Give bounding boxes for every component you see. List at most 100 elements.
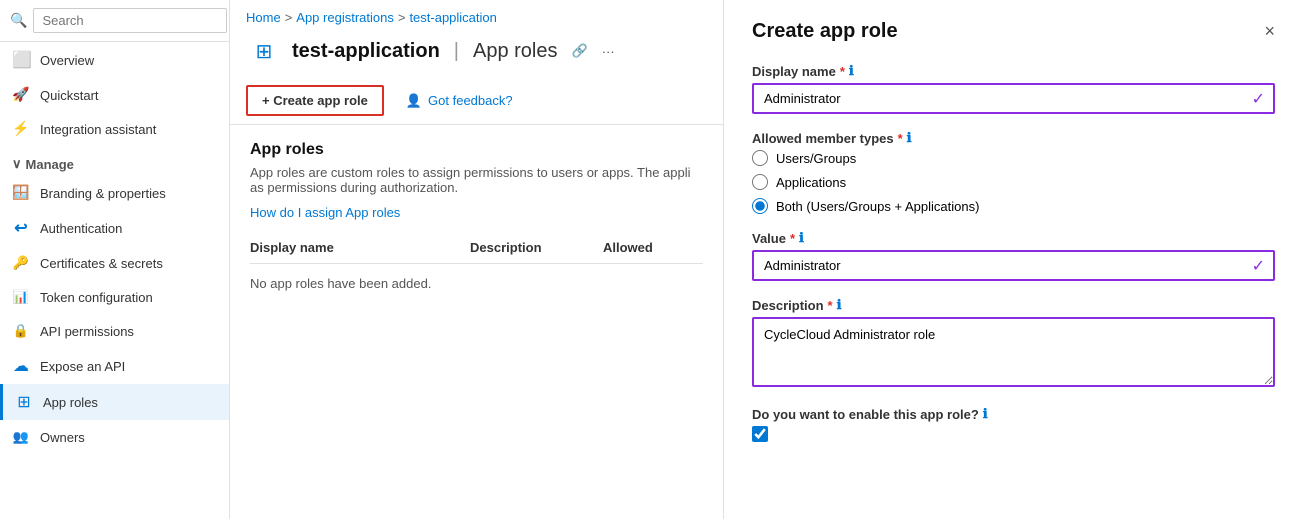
value-required: * [790,231,795,246]
table-header: Display name Description Allowed [250,232,703,264]
title-separator: | [454,40,459,63]
value-label: Value * ℹ [752,230,1275,246]
breadcrumb-home[interactable]: Home [246,10,281,25]
panel-close-button[interactable]: × [1264,21,1275,42]
breadcrumb-app-registrations[interactable]: App registrations [296,10,394,25]
breadcrumb-app-name[interactable]: test-application [409,10,496,25]
breadcrumb-sep2: > [398,10,406,25]
feedback-label: Got feedback? [428,93,513,108]
sidebar-item-app-roles[interactable]: App roles [0,384,229,420]
description-group: Description * ℹ CycleCloud Administrator… [752,297,1275,390]
display-name-required: * [840,64,845,79]
value-input[interactable] [752,250,1275,281]
feedback-button[interactable]: 👤 Got feedback? [392,87,527,115]
sidebar-item-label: Quickstart [40,88,99,103]
radio-applications-input[interactable] [752,174,768,190]
radio-both-input[interactable] [752,198,768,214]
sidebar-item-label: App roles [43,395,98,410]
allowed-member-types-group: Allowed member types * ℹ Users/Groups Ap… [752,130,1275,214]
sidebar-item-label: Overview [40,53,94,68]
sidebar: 🔍 ✕ « Overview Quickstart Integration as… [0,0,230,519]
manage-label: Manage [26,157,74,172]
owners-icon [12,428,30,446]
feedback-icon: 👤 [406,93,422,109]
enable-role-checkbox-group [752,426,1275,442]
col-description: Description [470,240,603,255]
more-options-icon[interactable]: ··· [602,44,615,59]
cert-icon [12,254,30,272]
sidebar-nav: Overview Quickstart Integration assistan… [0,42,229,519]
radio-applications[interactable]: Applications [752,174,1275,190]
radio-both-label: Both (Users/Groups + Applications) [776,199,979,214]
toolbar: + Create app role 👤 Got feedback? [230,77,723,125]
no-data-message: No app roles have been added. [250,276,703,291]
sidebar-item-overview[interactable]: Overview [0,42,229,78]
search-bar: 🔍 ✕ « [0,0,229,42]
quickstart-icon [12,86,30,104]
page-subtitle: App roles [473,40,558,63]
allowed-member-types-required: * [898,131,903,146]
radio-users-groups-label: Users/Groups [776,151,856,166]
display-name-group: Display name * ℹ ✓ [752,63,1275,114]
sidebar-item-integration[interactable]: Integration assistant [0,112,229,146]
description-required: * [828,298,833,313]
sidebar-item-label: Certificates & secrets [40,256,163,271]
value-info-icon[interactable]: ℹ [799,230,804,246]
sidebar-item-quickstart[interactable]: Quickstart [0,78,229,112]
app-grid-icon [256,39,273,64]
search-input[interactable] [33,8,227,33]
create-app-role-button[interactable]: + Create app role [246,85,384,116]
radio-both[interactable]: Both (Users/Groups + Applications) [752,198,1275,214]
enable-role-label: Do you want to enable this app role? ℹ [752,406,1275,422]
page-title: test-application [292,40,440,63]
pin-icon[interactable]: 🔗 [572,43,588,59]
sidebar-item-certificates[interactable]: Certificates & secrets [0,246,229,280]
enable-role-checkbox[interactable] [752,426,768,442]
breadcrumb: Home > App registrations > test-applicat… [230,0,723,29]
enable-role-group: Do you want to enable this app role? ℹ [752,406,1275,442]
overview-icon [12,50,30,70]
create-app-role-panel: Create app role × Display name * ℹ ✓ All… [723,0,1303,519]
description-textarea[interactable]: CycleCloud Administrator role [752,317,1275,387]
allowed-member-types-info-icon[interactable]: ℹ [907,130,912,146]
panel-header: Create app role × [752,20,1275,43]
sidebar-item-authentication[interactable]: Authentication [0,210,229,246]
enable-role-info-icon[interactable]: ℹ [983,406,988,422]
panel-title: Create app role [752,20,898,43]
integration-icon [12,120,30,138]
token-icon [12,288,30,306]
sidebar-item-expose-api[interactable]: Expose an API [0,348,229,384]
value-group: Value * ℹ ✓ [752,230,1275,281]
sidebar-item-label: Owners [40,430,85,445]
radio-group: Users/Groups Applications Both (Users/Gr… [752,150,1275,214]
main-content: Home > App registrations > test-applicat… [230,0,723,519]
sidebar-item-branding[interactable]: Branding & properties [0,176,229,210]
radio-applications-label: Applications [776,175,846,190]
sidebar-item-label: Token configuration [40,290,153,305]
breadcrumb-sep1: > [285,10,293,25]
content-area: App roles App roles are custom roles to … [230,125,723,519]
display-name-input-wrapper: ✓ [752,83,1275,114]
approles-icon [15,392,33,412]
sidebar-item-label: Integration assistant [40,122,156,137]
description-info-icon[interactable]: ℹ [837,297,842,313]
expose-icon [12,356,30,376]
manage-section[interactable]: ∨ Manage [0,146,229,176]
content-description: App roles are custom roles to assign per… [250,165,703,195]
radio-users-groups-input[interactable] [752,150,768,166]
radio-users-groups[interactable]: Users/Groups [752,150,1275,166]
display-name-input[interactable] [752,83,1275,114]
page-header: test-application | App roles 🔗 ··· [230,29,723,77]
sidebar-item-label: Expose an API [40,359,125,374]
sidebar-item-token[interactable]: Token configuration [0,280,229,314]
how-to-link[interactable]: How do I assign App roles [250,205,400,220]
branding-icon [12,184,30,202]
value-input-wrapper: ✓ [752,250,1275,281]
sidebar-item-label: API permissions [40,324,134,339]
content-title: App roles [250,141,703,159]
display-name-info-icon[interactable]: ℹ [849,63,854,79]
sidebar-item-owners[interactable]: Owners [0,420,229,454]
chevron-down-icon: ∨ [12,156,22,172]
display-name-label: Display name * ℹ [752,63,1275,79]
sidebar-item-api-permissions[interactable]: API permissions [0,314,229,348]
